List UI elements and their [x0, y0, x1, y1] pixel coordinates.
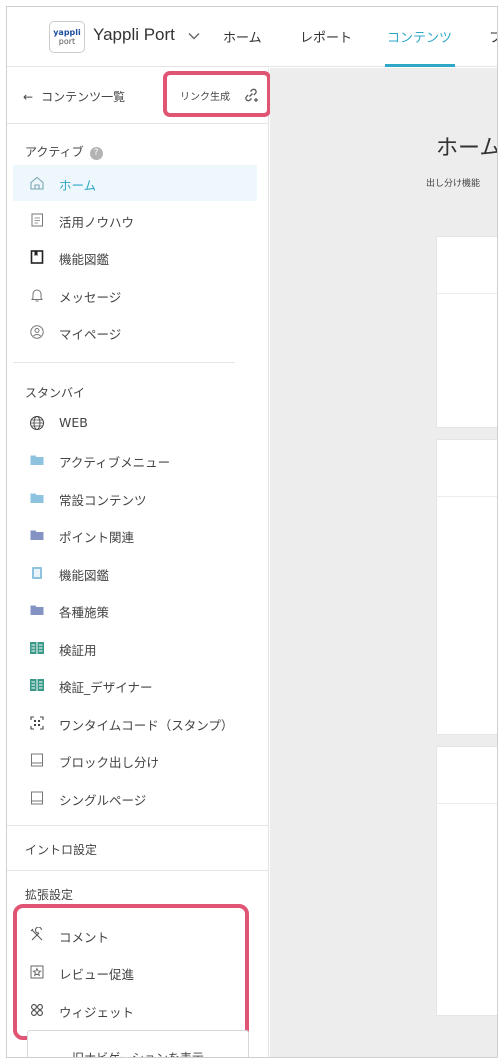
sidebar-item-label: ブロック出し分け	[59, 755, 160, 770]
sidebar-item-label: 各種施策	[59, 605, 110, 620]
section-heading-active: アクティブ?	[25, 143, 103, 160]
sidebar-item-measures[interactable]: 各種施策	[13, 592, 257, 628]
sidebar-item-label: ワンタイムコード（スタンプ）	[59, 718, 234, 733]
sidebar-item-label: マイページ	[59, 327, 122, 342]
main-content-area: ホーム 出し分け機能	[270, 68, 498, 1057]
sidebar-item-points[interactable]: ポイント関連	[13, 517, 257, 553]
contents-sidebar: ← コンテンツ一覧 リンク生成 アクティブ? ホーム 活用ノウハウ 機能図鑑 メ…	[7, 68, 271, 1057]
page-title: ホーム	[436, 136, 498, 161]
tab-home[interactable]: ホーム	[223, 27, 262, 46]
sidebar-header: ← コンテンツ一覧 リンク生成	[7, 68, 271, 124]
sidebar-item-label: ホーム	[59, 178, 97, 193]
sidebar-item-mypage[interactable]: マイページ	[13, 314, 257, 350]
book-icon	[30, 250, 44, 264]
tab-report[interactable]: レポート	[300, 27, 352, 46]
card-divider	[437, 496, 497, 497]
sidebar-item-label: アクティブメニュー	[59, 455, 171, 470]
top-navigation-bar: yappli port Yappli Port ホーム レポート コンテンツ フ	[7, 7, 497, 67]
folder-icon	[30, 605, 44, 615]
link-plus-icon	[245, 88, 258, 102]
content-card[interactable]	[436, 439, 497, 735]
sidebar-item-permanent-contents[interactable]: 常設コンテンツ	[13, 480, 257, 516]
active-tab-indicator	[385, 64, 455, 67]
sidebar-item-feature-catalog-standby[interactable]: 機能図鑑	[13, 555, 257, 591]
link-generate-button[interactable]: リンク生成	[163, 71, 271, 117]
qr-icon	[30, 716, 44, 730]
sidebar-item-web[interactable]: WEB	[13, 405, 257, 441]
show-old-navigation-button[interactable]: 旧ナビゲーションを表示	[27, 1030, 249, 1057]
yappli-port-logo[interactable]: yappli port	[49, 21, 85, 53]
section-heading-standby: スタンバイ	[25, 386, 86, 400]
folder-icon	[30, 530, 44, 540]
sidebar-item-label: 機能図鑑	[59, 252, 110, 267]
section-divider	[7, 870, 269, 871]
section-divider	[7, 825, 269, 826]
arrow-left-icon: ←	[23, 90, 34, 104]
brand-name[interactable]: Yappli Port	[93, 25, 175, 45]
globe-icon	[30, 416, 44, 430]
help-icon[interactable]: ?	[89, 147, 103, 160]
sidebar-item-label: WEB	[59, 415, 88, 430]
card-divider	[437, 293, 497, 294]
sidebar-item-label: 機能図鑑	[59, 568, 110, 583]
sidebar-item-active-menu[interactable]: アクティブメニュー	[13, 442, 257, 478]
sidebar-item-label: 検証_デザイナー	[59, 680, 153, 695]
page-subtitle: 出し分け機能	[426, 179, 481, 189]
page-icon	[31, 791, 43, 805]
content-card[interactable]	[436, 236, 497, 428]
intro-settings-link[interactable]: イントロ設定	[25, 841, 97, 858]
card-divider	[437, 803, 497, 804]
sidebar-item-message[interactable]: メッセージ	[13, 277, 257, 313]
sidebar-item-verification[interactable]: 検証用	[13, 630, 257, 666]
sidebar-item-label: ポイント関連	[59, 530, 135, 545]
sidebar-item-home[interactable]: ホーム	[13, 165, 257, 201]
tab-contents[interactable]: コンテンツ	[387, 27, 452, 46]
sidebar-item-feature-catalog[interactable]: 機能図鑑	[13, 239, 257, 275]
extension-highlight-annotation	[13, 904, 249, 1040]
tab-more-cutoff[interactable]: フ	[489, 27, 497, 46]
catalog-icon	[32, 567, 42, 579]
active-heading-label: アクティブ	[25, 145, 84, 159]
logo-text-yappli: yappli	[53, 28, 81, 37]
logo-text-port: port	[58, 37, 76, 46]
sidebar-item-single-page[interactable]: シングルページ	[13, 780, 257, 816]
sidebar-item-label: メッセージ	[59, 290, 122, 305]
page-icon	[31, 753, 43, 767]
article-icon	[31, 213, 43, 227]
bell-icon	[31, 289, 43, 302]
link-generate-label: リンク生成	[180, 92, 230, 103]
user-circle-icon	[30, 325, 44, 339]
home-icon	[30, 176, 44, 190]
sidebar-item-label: 検証用	[59, 643, 97, 658]
section-heading-extension: 拡張設定	[25, 888, 74, 902]
back-to-contents-list-link[interactable]: ← コンテンツ一覧	[23, 88, 125, 105]
kensho-icon	[30, 642, 44, 654]
section-divider	[13, 362, 235, 363]
kensho-icon	[30, 679, 44, 691]
content-card[interactable]	[436, 746, 497, 1016]
sidebar-item-block-split[interactable]: ブロック出し分け	[13, 742, 257, 778]
chevron-down-icon[interactable]	[187, 29, 201, 43]
folder-icon	[30, 455, 44, 465]
sidebar-item-label: シングルページ	[59, 793, 147, 808]
sidebar-item-verification-designer[interactable]: 検証_デザイナー	[13, 667, 257, 703]
sidebar-item-know-how[interactable]: 活用ノウハウ	[13, 202, 257, 238]
folder-icon	[30, 493, 44, 503]
app-window: yappli port Yappli Port ホーム レポート コンテンツ フ…	[6, 6, 498, 1058]
sidebar-item-onetime-code[interactable]: ワンタイムコード（スタンプ）	[13, 705, 257, 741]
sidebar-item-label: 活用ノウハウ	[59, 215, 135, 230]
sidebar-item-label: 常設コンテンツ	[59, 493, 147, 508]
back-link-label: コンテンツ一覧	[41, 90, 126, 104]
